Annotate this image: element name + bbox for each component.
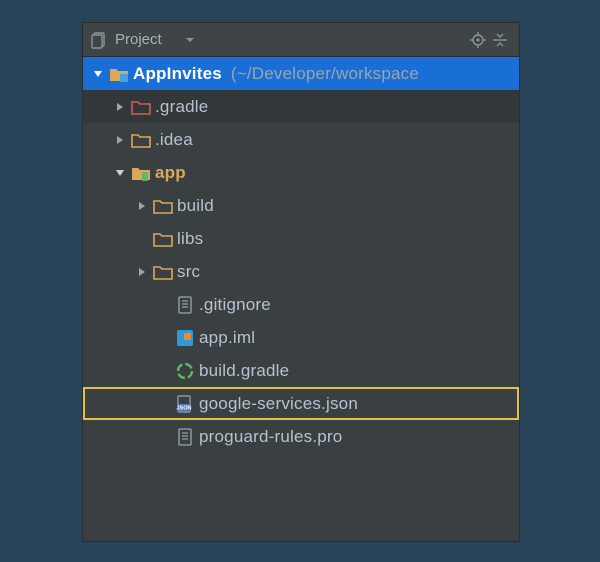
expand-arrow-down-icon[interactable] (111, 167, 129, 179)
iml-file-icon (173, 329, 197, 347)
folder-icon (151, 231, 175, 247)
tree-item-gradle-folder[interactable]: .gradle (83, 90, 519, 123)
tree-item-label: google-services.json (199, 394, 358, 414)
project-toolbar-title[interactable]: Project (115, 31, 162, 48)
text-file-icon (173, 428, 197, 446)
android-module-folder-icon (129, 165, 153, 181)
tree-item-label: app.iml (199, 328, 255, 348)
expand-arrow-right-icon[interactable] (111, 134, 129, 146)
tree-item-label: src (177, 262, 200, 282)
module-folder-icon (107, 66, 131, 82)
tree-root-appinvites[interactable]: AppInvites (~/Developer/workspace (83, 57, 519, 90)
tree-item-libs-folder[interactable]: libs (83, 222, 519, 255)
project-panel: Project (82, 22, 520, 542)
tree-item-label: build.gradle (199, 361, 289, 381)
tree-item-google-services-file[interactable]: JSON google-services.json (83, 387, 519, 420)
tree-item-app-module[interactable]: app (83, 156, 519, 189)
expand-arrow-right-icon[interactable] (133, 266, 151, 278)
json-file-icon: JSON (173, 395, 197, 413)
tree-item-idea-folder[interactable]: .idea (83, 123, 519, 156)
project-toolbar: Project (83, 23, 519, 57)
expand-arrow-right-icon[interactable] (111, 101, 129, 113)
tree-item-label: .idea (155, 130, 193, 150)
tree-item-build-folder[interactable]: build (83, 189, 519, 222)
expand-arrow-right-icon[interactable] (133, 200, 151, 212)
gradle-file-icon (173, 362, 197, 380)
tree-item-proguard-file[interactable]: proguard-rules.pro (83, 420, 519, 453)
project-view-dropdown[interactable] (184, 34, 196, 46)
tree-item-label: .gitignore (199, 295, 271, 315)
tree-item-gitignore-file[interactable]: .gitignore (83, 288, 519, 321)
target-icon[interactable] (467, 31, 489, 49)
text-file-icon (173, 296, 197, 314)
tree-item-src-folder[interactable]: src (83, 255, 519, 288)
folder-icon (151, 198, 175, 214)
tree-item-label: .gradle (155, 97, 208, 117)
folder-icon (129, 132, 153, 148)
tree-root-label: AppInvites (~/Developer/workspace (133, 64, 419, 84)
folder-excluded-icon (129, 99, 153, 115)
expand-arrow-down-icon[interactable] (89, 68, 107, 80)
tree-item-build-gradle-file[interactable]: build.gradle (83, 354, 519, 387)
folder-icon (151, 264, 175, 280)
tree-item-label: libs (177, 229, 203, 249)
project-tree[interactable]: AppInvites (~/Developer/workspace .gradl… (83, 57, 519, 453)
tree-item-label: app (155, 163, 186, 183)
tree-item-label: build (177, 196, 214, 216)
collapse-all-icon[interactable] (489, 31, 511, 49)
tree-item-label: proguard-rules.pro (199, 427, 342, 447)
tree-item-app-iml-file[interactable]: app.iml (83, 321, 519, 354)
svg-text:JSON: JSON (177, 405, 192, 411)
project-view-icon (91, 31, 109, 49)
